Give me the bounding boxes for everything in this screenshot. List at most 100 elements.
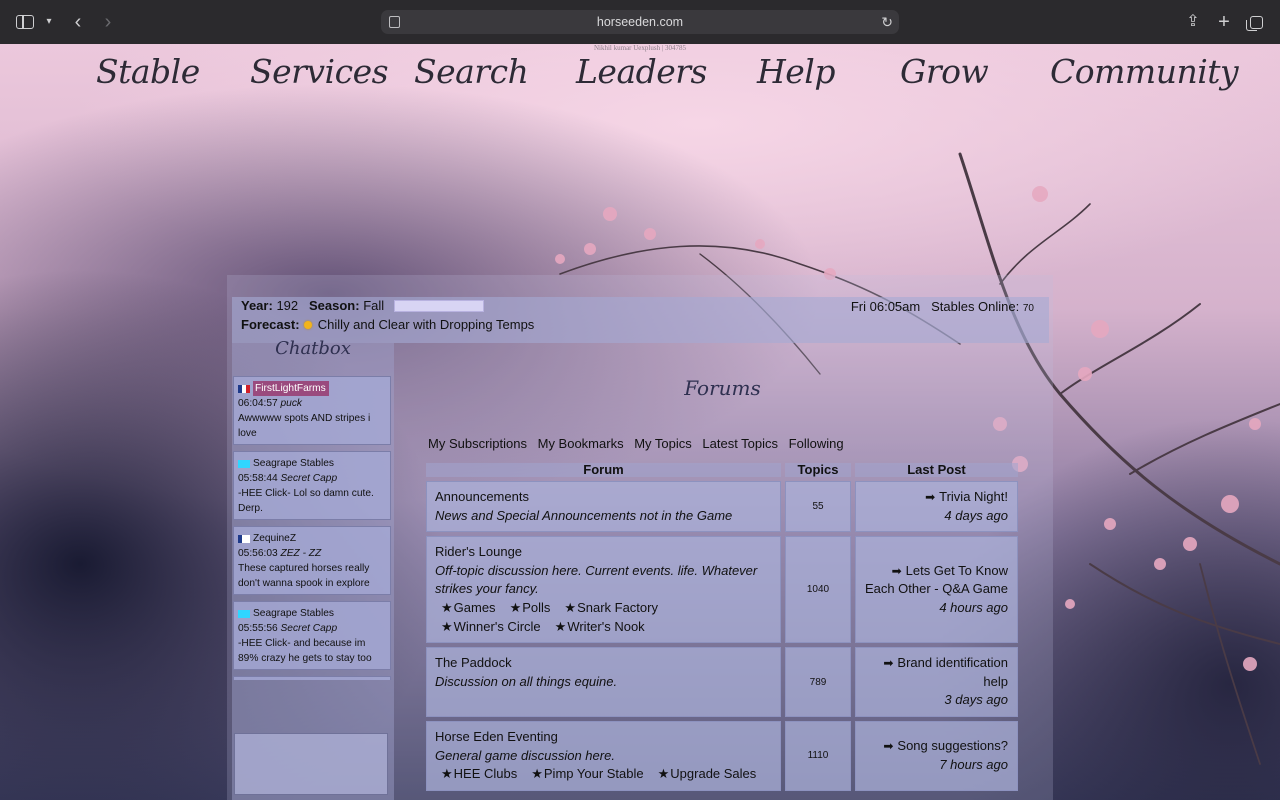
- chat-time: 05:58:44: [238, 473, 278, 484]
- arrow-right-icon: ➡: [883, 739, 894, 754]
- sun-icon: [304, 321, 313, 329]
- table-row: Rider's Lounge Off-topic discussion here…: [426, 536, 1018, 644]
- table-row: The Paddock Discussion on all things equ…: [426, 647, 1018, 717]
- subforum-label: Snark Factory: [577, 599, 658, 615]
- last-post-time: 4 days ago: [944, 507, 1008, 523]
- nav-community[interactable]: Community: [1050, 52, 1239, 91]
- table-row: Horse Eden Eventing General game discuss…: [426, 720, 1018, 791]
- chat-text: These captured horses really don't wanna…: [238, 563, 370, 589]
- last-post-link[interactable]: Trivia Night!: [939, 489, 1008, 504]
- forum-link[interactable]: Horse Eden Eventing: [435, 728, 773, 747]
- nav-search[interactable]: Search: [414, 52, 529, 91]
- header-topics: Topics: [785, 463, 851, 477]
- chat-text: -HEE Click- and because im 89% crazy he …: [238, 638, 372, 664]
- forecast-text: Chilly and Clear with Dropping Temps: [317, 317, 535, 332]
- flag-icon: [238, 459, 250, 468]
- last-post-link[interactable]: Lets Get To Know Each Other - Q&A Game: [865, 563, 1008, 597]
- chat-time: 06:04:57: [238, 398, 278, 409]
- sidebar-icon[interactable]: [16, 10, 36, 34]
- topic-count: 789: [785, 647, 851, 717]
- last-post-link[interactable]: Brand identification help: [897, 655, 1008, 689]
- star-icon: ★: [554, 618, 567, 634]
- subforum-link[interactable]: ★Upgrade Sales: [652, 765, 757, 784]
- last-post-time: 3 days ago: [944, 692, 1008, 708]
- stables-online-label: Stables Online:: [931, 299, 1020, 314]
- chat-time: 05:55:56: [238, 623, 278, 634]
- subforum-link[interactable]: ★Writer's Nook: [549, 618, 645, 637]
- nav-grow[interactable]: Grow: [900, 52, 989, 91]
- subforum-link[interactable]: ★Games: [435, 599, 496, 618]
- nav-services[interactable]: Services: [250, 52, 389, 91]
- url-text: horseeden.com: [596, 15, 684, 29]
- subforum-label: HEE Clubs: [453, 766, 518, 782]
- subforum-label: Winner's Circle: [453, 618, 541, 634]
- chat-text: -HEE Click- Lol so damn cute. Derp.: [238, 488, 374, 514]
- chevron-left-icon[interactable]: ‹: [68, 10, 88, 34]
- chat-message: FirstLightFarms 06:04:57 puck Awwwww spo…: [233, 376, 391, 445]
- chat-alias: Secret Capp: [280, 473, 338, 484]
- subforum-label: Upgrade Sales: [670, 766, 757, 782]
- forecast: Forecast: Chilly and Clear with Dropping…: [241, 317, 534, 332]
- share-icon[interactable]: ⇪: [1185, 10, 1201, 34]
- flag-icon: [238, 534, 250, 543]
- tab-my-subscriptions[interactable]: My Subscriptions: [428, 436, 527, 451]
- last-post-link[interactable]: Song suggestions?: [897, 738, 1008, 753]
- chat-username[interactable]: ZequineZ: [253, 531, 296, 546]
- address-bar[interactable]: horseeden.com ↻: [381, 10, 899, 34]
- reload-icon[interactable]: ↻: [881, 10, 893, 34]
- page-background: Nikhil kumar Uexplush | 304785 Stable Se…: [0, 44, 1280, 800]
- arrow-right-icon: ➡: [925, 490, 936, 504]
- game-time: Fri 06:05am: [850, 299, 921, 314]
- subforum-link[interactable]: ★Pimp Your Stable: [525, 765, 643, 784]
- nav-leaders[interactable]: Leaders: [576, 52, 707, 91]
- chat-alias: Secret Capp: [280, 623, 338, 634]
- chat-username[interactable]: Seagrape Stables: [253, 606, 334, 621]
- header-last-post: Last Post: [855, 463, 1018, 477]
- forum-description: Off-topic discussion here. Current event…: [435, 562, 758, 597]
- subforum-link[interactable]: ★Snark Factory: [558, 599, 658, 618]
- stables-online-count[interactable]: 70: [1023, 303, 1034, 314]
- star-icon: ★: [441, 766, 453, 782]
- subforum-label: Polls: [522, 599, 551, 615]
- last-post-time: 7 hours ago: [939, 756, 1008, 772]
- chat-input[interactable]: [234, 733, 388, 795]
- chat-message: Seagrape Stables 05:58:44 Secret Capp -H…: [233, 451, 391, 520]
- season-progress-bar: [393, 300, 484, 312]
- nav-help[interactable]: Help: [757, 52, 836, 91]
- forum-table: Forum Topics Last Post Announcements New…: [422, 459, 1022, 795]
- star-icon: ★: [531, 766, 543, 782]
- forum-link[interactable]: Rider's Lounge: [435, 543, 773, 562]
- chevron-down-icon[interactable]: ▾: [42, 10, 56, 34]
- forum-link[interactable]: The Paddock: [435, 654, 773, 673]
- chat-message: ZequineZ 05:56:03 ZEZ - ZZ These capture…: [233, 526, 391, 595]
- subforum-link[interactable]: ★Winner's Circle: [435, 618, 541, 637]
- subforum-label: Games: [453, 599, 496, 615]
- forum-link[interactable]: Announcements: [435, 488, 773, 507]
- tab-latest-topics[interactable]: Latest Topics: [702, 436, 778, 451]
- tab-my-topics[interactable]: My Topics: [634, 436, 692, 451]
- year-label: Year:: [241, 298, 273, 313]
- nav-stable[interactable]: Stable: [96, 52, 200, 91]
- chat-username[interactable]: Seagrape Stables: [253, 456, 334, 471]
- table-row: Announcements News and Special Announcem…: [426, 481, 1018, 533]
- subforum-label: Writer's Nook: [567, 618, 645, 634]
- chat-username[interactable]: FirstLightFarms: [253, 381, 329, 396]
- forum-description: General game discussion here.: [435, 747, 615, 763]
- top-navigation: Stable Services Search Leaders Help Grow…: [0, 52, 1280, 98]
- tabs-overview-icon[interactable]: [1246, 10, 1265, 34]
- chat-alias: ZEZ - ZZ: [280, 548, 322, 559]
- season-value: Fall: [363, 298, 385, 313]
- chatbox-title: Chatbox: [275, 338, 351, 359]
- chat-message: [233, 676, 391, 680]
- topic-count: 1040: [785, 536, 851, 644]
- tab-my-bookmarks[interactable]: My Bookmarks: [538, 436, 624, 451]
- tab-following[interactable]: Following: [789, 436, 844, 451]
- flag-icon: [238, 384, 250, 393]
- chat-message-list[interactable]: FirstLightFarms 06:04:57 puck Awwwww spo…: [233, 376, 391, 712]
- subforum-link[interactable]: ★Polls: [504, 599, 551, 618]
- user-annotation: Nikhil kumar Uexplush | 304785: [593, 44, 686, 52]
- subforum-link[interactable]: ★HEE Clubs: [435, 765, 517, 784]
- topic-count: 55: [785, 481, 851, 533]
- year-season: Year: 192 Season: Fall: [241, 298, 484, 313]
- plus-icon[interactable]: +: [1215, 10, 1233, 34]
